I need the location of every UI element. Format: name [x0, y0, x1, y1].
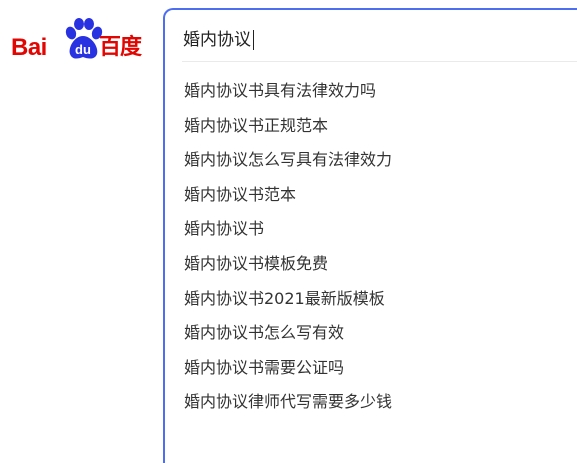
search-input-value: 婚内协议 [183, 30, 251, 50]
logo-bai-text: Bai [11, 34, 47, 61]
search-box[interactable]: 婚内协议 [163, 8, 577, 68]
suggestion-item[interactable]: 婚内协议书模板免费 [184, 252, 392, 287]
logo-baidu-chinese: 百度 [99, 35, 142, 60]
suggestion-list: 婚内协议书具有法律效力吗 婚内协议书正规范本 婚内协议怎么写具有法律效力 婚内协… [184, 79, 392, 425]
text-caret [253, 30, 254, 50]
baidu-search-page: Bai du 百度 婚内协议 婚内协议书具有法律效力吗 婚内协议书正规范本 婚内… [0, 0, 577, 463]
baidu-logo[interactable]: Bai du 百度 [11, 18, 146, 68]
suggestion-item[interactable]: 婚内协议怎么写具有法律效力 [184, 148, 392, 183]
suggestion-item[interactable]: 婚内协议书需要公证吗 [184, 356, 392, 391]
suggestion-item[interactable]: 婚内协议律师代写需要多少钱 [184, 390, 392, 425]
paw-icon: du [65, 18, 103, 59]
suggestion-item[interactable]: 婚内协议书正规范本 [184, 114, 392, 149]
paw-du-text: du [75, 42, 91, 57]
suggestion-item[interactable]: 婚内协议书 [184, 217, 392, 252]
suggestion-item[interactable]: 婚内协议书怎么写有效 [184, 321, 392, 356]
suggestion-item[interactable]: 婚内协议书2021最新版模板 [184, 287, 392, 322]
suggestion-item[interactable]: 婚内协议书具有法律效力吗 [184, 79, 392, 114]
suggestion-divider [182, 61, 577, 62]
suggestion-item[interactable]: 婚内协议书范本 [184, 183, 392, 218]
search-input[interactable]: 婚内协议 [183, 29, 254, 51]
